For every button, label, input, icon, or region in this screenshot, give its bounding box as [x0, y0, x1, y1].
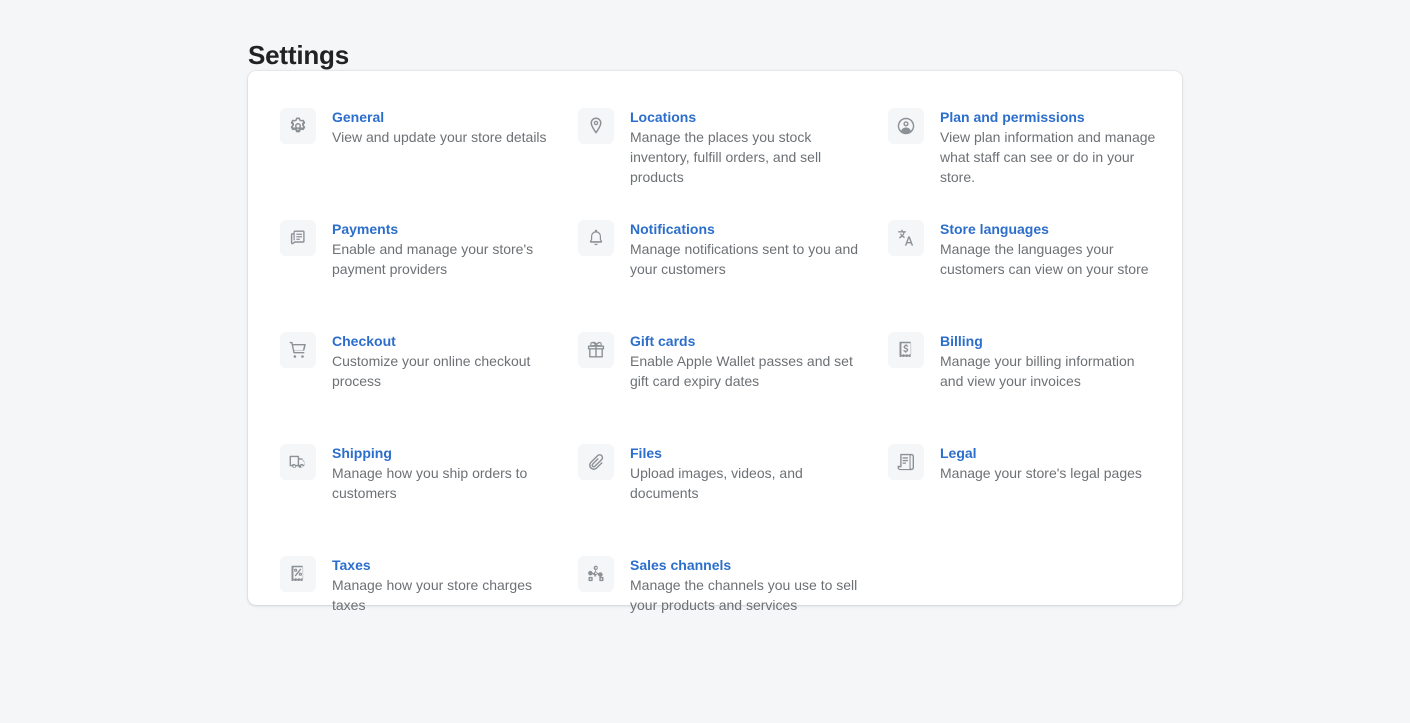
setting-item-title: Gift cards	[630, 333, 696, 349]
setting-item-description: Upload images, videos, and documents	[630, 465, 803, 501]
setting-item-shipping[interactable]: Shipping Manage how you ship orders to c…	[280, 443, 578, 555]
setting-item-description: Enable and manage your store's payment p…	[332, 241, 534, 277]
person-circle-icon	[888, 108, 924, 144]
setting-item-title: Shipping	[332, 445, 392, 461]
setting-item-description: Manage the channels you use to sell your…	[630, 577, 858, 613]
setting-item-text: Store languages Manage the languages you…	[940, 219, 1160, 279]
setting-item-text: Plan and permissions View plan informati…	[940, 107, 1160, 187]
legal-document-icon	[888, 444, 924, 480]
settings-card: General View and update your store detai…	[248, 71, 1182, 613]
paperclip-icon	[578, 444, 614, 480]
setting-item-sales-channels[interactable]: Sales channels Manage the channels you u…	[578, 555, 888, 667]
setting-item-title: Plan and permissions	[940, 109, 1085, 125]
setting-item-legal[interactable]: Legal Manage your store's legal pages	[888, 443, 1182, 555]
cart-icon	[280, 332, 316, 368]
setting-item-title: Locations	[630, 109, 697, 125]
truck-icon	[280, 444, 316, 480]
setting-item-title: Notifications	[630, 221, 715, 237]
location-pin-icon	[578, 108, 614, 144]
setting-item-store-languages[interactable]: Store languages Manage the languages you…	[888, 219, 1182, 331]
receipt-dollar-icon	[888, 332, 924, 368]
translate-icon	[888, 220, 924, 256]
setting-item-title: Files	[630, 445, 662, 461]
bell-icon	[578, 220, 614, 256]
setting-item-taxes[interactable]: Taxes Manage how your store charges taxe…	[280, 555, 578, 667]
setting-item-payments[interactable]: Payments Enable and manage your store's …	[280, 219, 578, 331]
setting-item-placeholder	[888, 555, 1182, 667]
setting-item-text: Sales channels Manage the channels you u…	[630, 555, 866, 615]
setting-item-locations[interactable]: Locations Manage the places you stock in…	[578, 107, 888, 219]
setting-item-billing[interactable]: Billing Manage your billing information …	[888, 331, 1182, 443]
gear-icon	[280, 108, 316, 144]
setting-item-description: Customize your online checkout process	[332, 353, 531, 389]
setting-item-text: Taxes Manage how your store charges taxe…	[332, 555, 556, 615]
setting-item-title: General	[332, 109, 385, 125]
setting-item-description: Manage how your store charges taxes	[332, 577, 532, 613]
receipt-percent-icon	[280, 556, 316, 592]
setting-item-title: Sales channels	[630, 557, 732, 573]
setting-item-title: Billing	[940, 333, 983, 349]
setting-item-description: Manage how you ship orders to customers	[332, 465, 528, 501]
setting-item-notifications[interactable]: Notifications Manage notifications sent …	[578, 219, 888, 331]
setting-item-files[interactable]: Files Upload images, videos, and documen…	[578, 443, 888, 555]
setting-item-title: Checkout	[332, 333, 396, 349]
setting-item-description: Manage the places you stock inventory, f…	[630, 129, 822, 185]
setting-item-description: View and update your store details	[332, 129, 547, 145]
setting-item-text: Shipping Manage how you ship orders to c…	[332, 443, 556, 503]
setting-item-gift-cards[interactable]: Gift cards Enable Apple Wallet passes an…	[578, 331, 888, 443]
setting-item-general[interactable]: General View and update your store detai…	[280, 107, 578, 219]
setting-item-text: Legal Manage your store's legal pages	[940, 443, 1142, 483]
setting-item-text: Payments Enable and manage your store's …	[332, 219, 556, 279]
setting-item-description: Manage the languages your customers can …	[940, 241, 1149, 277]
sales-channels-icon	[578, 556, 614, 592]
setting-item-text: Checkout Customize your online checkout …	[332, 331, 556, 391]
setting-item-description: Manage notifications sent to you and you…	[630, 241, 859, 277]
setting-item-plan-and-permissions[interactable]: Plan and permissions View plan informati…	[888, 107, 1182, 219]
settings-grid: General View and update your store detai…	[280, 107, 1162, 667]
setting-item-text: Gift cards Enable Apple Wallet passes an…	[630, 331, 866, 391]
setting-item-description: View plan information and manage what st…	[940, 129, 1156, 185]
setting-item-text: Notifications Manage notifications sent …	[630, 219, 866, 279]
setting-item-title: Payments	[332, 221, 399, 237]
setting-item-title: Store languages	[940, 221, 1049, 237]
gift-card-icon	[578, 332, 614, 368]
setting-item-title: Legal	[940, 445, 977, 461]
setting-item-title: Taxes	[332, 557, 371, 573]
payments-icon	[280, 220, 316, 256]
setting-item-description: Manage your billing information and view…	[940, 353, 1135, 389]
setting-item-description: Manage your store's legal pages	[940, 465, 1142, 481]
setting-item-text: General View and update your store detai…	[332, 107, 547, 147]
setting-item-checkout[interactable]: Checkout Customize your online checkout …	[280, 331, 578, 443]
setting-item-text: Locations Manage the places you stock in…	[630, 107, 866, 187]
setting-item-text: Billing Manage your billing information …	[940, 331, 1160, 391]
setting-item-description: Enable Apple Wallet passes and set gift …	[630, 353, 853, 389]
setting-item-text: Files Upload images, videos, and documen…	[630, 443, 866, 503]
settings-page: Settings General View and update your st…	[0, 0, 1410, 723]
page-title: Settings	[248, 40, 349, 71]
